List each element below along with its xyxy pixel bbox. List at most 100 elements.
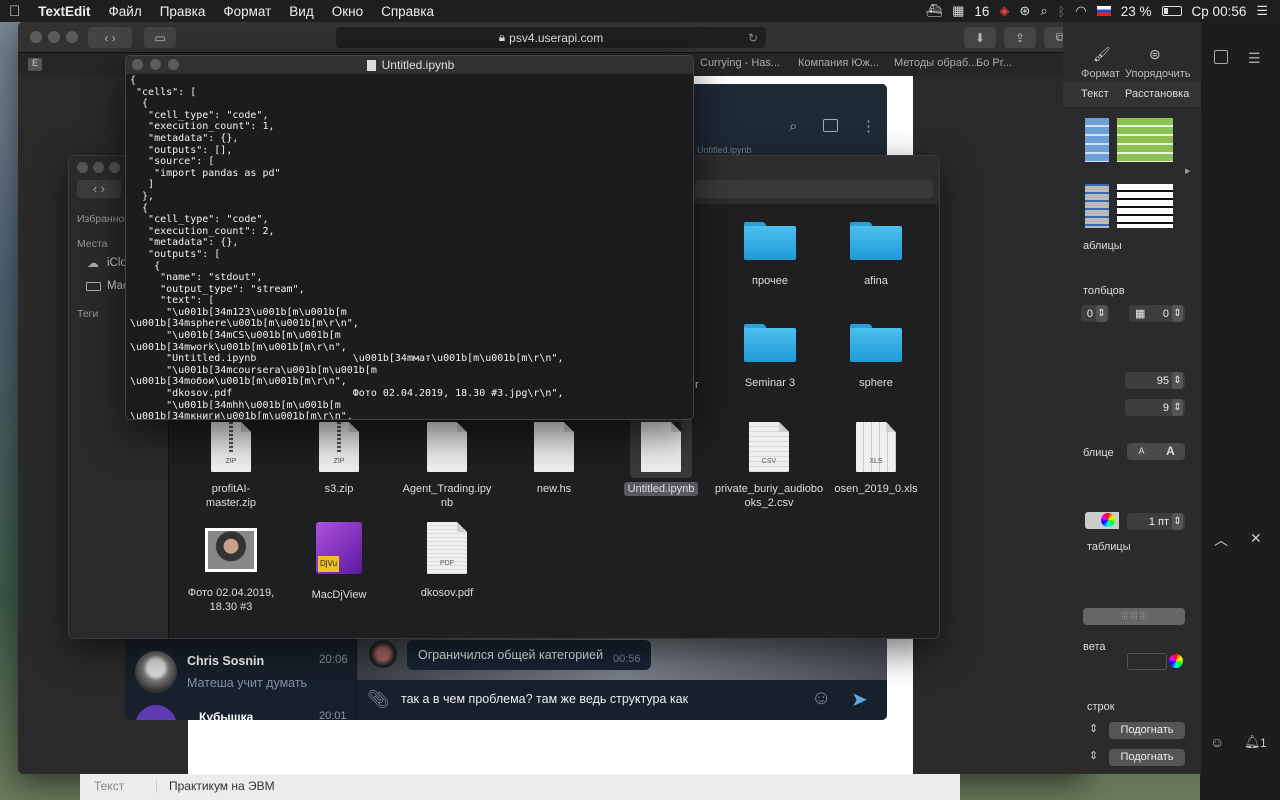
close-window-button[interactable] [30,31,42,43]
chevron-up-icon[interactable]: ︿ [1214,530,1228,550]
menu-app-name[interactable]: TextEdit [29,4,99,19]
tab-methods[interactable]: Методы обраб... [894,57,976,69]
paintbrush-icon[interactable]: 🖌︎ [1093,46,1111,63]
color-wheel-icon[interactable] [1101,513,1115,527]
file-item-agent-trading[interactable]: Agent_Trading.ipynb [392,422,502,510]
color-wheel-icon-2[interactable] [1169,654,1183,668]
downloads-icon[interactable]: ⬇ [964,27,996,48]
footer-rows-stepper[interactable]: ⇕ [1089,749,1098,762]
finder-close-button[interactable] [77,162,88,173]
search-icon[interactable]: ⌕ [789,118,797,135]
bell-icon[interactable]: 🔔︎ [1244,734,1261,750]
table-style-blue[interactable] [1085,118,1109,162]
file-item-s3zip[interactable]: ZIP s3.zip [284,422,394,496]
styles-next-icon[interactable]: ▸ [1185,164,1191,177]
font-smaller-button[interactable]: A [1127,443,1156,460]
fit-button-1[interactable]: Подогнать [1109,722,1185,739]
subtab-text[interactable]: Текст [1081,88,1109,100]
menu-lines-icon[interactable]: ☰ [1248,50,1261,67]
sidebar-panel-icon[interactable] [823,119,838,132]
table-style-green[interactable] [1117,118,1173,162]
tab-bo[interactable]: Бо Pr... [976,57,1018,69]
vpn-icon[interactable]: ◈ [999,3,1009,19]
rows-stepper[interactable]: 0 [1081,305,1109,322]
bluetooth-icon[interactable]: ᛒ [1058,4,1066,19]
table-style-gray[interactable] [1085,184,1109,228]
status-left[interactable]: Текст [94,779,124,793]
file-item-csv[interactable]: CSV private_buriy_audiobooks_2.csv [714,422,824,510]
send-icon[interactable]: ➤ [851,687,868,712]
more-options-icon[interactable]: ⋮ [861,117,876,135]
input-flag-icon[interactable] [1096,6,1111,16]
chat-item-kubyshka[interactable]: Кубышка 20:01 [125,702,357,720]
header-rows-stepper[interactable]: ⇕ [1089,722,1098,735]
menu-file[interactable]: Файл [100,4,151,19]
folder-item-prochee[interactable]: прочее [715,220,825,288]
table-style-bw[interactable] [1117,184,1173,228]
back-forward-buttons[interactable]: ‹ › [88,27,132,48]
creative-cloud-icon[interactable]: ⊛ [1019,3,1030,19]
emoji-icon-tg[interactable]: ☺ [811,687,831,710]
message-input[interactable]: так а в чем проблема? там же ведь структ… [401,692,688,706]
columns-stepper[interactable]: ▦ 0 [1129,305,1185,322]
textedit-minimize-button[interactable] [150,59,161,70]
file-item-new-hs[interactable]: new.hs [499,422,609,496]
finder-minimize-button[interactable] [93,162,104,173]
notification-center-icon[interactable]: ☰ [1256,3,1268,19]
spotlight-icon[interactable]: ⌕ [1040,3,1047,19]
font-larger-button[interactable]: A [1156,443,1185,460]
sidebar-toggle-icon[interactable]: ▭ [144,27,176,48]
emoji-icon[interactable]: ☺ [1210,734,1224,750]
chat-item-chris[interactable]: Chris Sosnin 20:06 Матеша учит думать [125,646,357,700]
zoom-window-button[interactable] [66,31,78,43]
menu-help[interactable]: Справка [372,4,443,19]
reload-icon[interactable]: ↻ [748,31,758,45]
fit-button-2[interactable]: Подогнать [1109,749,1185,766]
tab-company[interactable]: Компания Юж... [798,57,888,69]
share-icon[interactable]: ⇪ [1004,27,1036,48]
file-item-photo[interactable]: Фото 02.04.2019, 18.30 #3 [176,528,286,614]
file-item-dkosov-pdf[interactable]: PDF dkosov.pdf [392,522,502,600]
file-item-profitai[interactable]: ZIP profitAI-master.zip [176,422,286,510]
textedit-zoom-button[interactable] [168,59,179,70]
close-icon[interactable]: ✕ [1250,530,1262,547]
finder-zoom-button[interactable] [109,162,120,173]
tab-currying[interactable]: Currying - Has... [700,57,800,69]
menu-window[interactable]: Окно [323,4,372,19]
tab-favicon-icon[interactable]: E [28,58,42,71]
row-color-well[interactable] [1127,653,1167,670]
alternate-rows-control[interactable]: ⦙⦙⦙ ⦙⦙⦙ ⦙⦙⦙ [1083,608,1185,625]
menu-format[interactable]: Формат [214,4,280,19]
textedit-close-button[interactable] [132,59,143,70]
folder-item-afina[interactable]: afina [821,220,931,288]
app-item-macdjview[interactable]: DjVu MacDjView [284,522,394,602]
calendar-badge-icon[interactable]: ▦ [952,3,964,19]
value-9-stepper[interactable]: 9 [1125,399,1185,416]
border-width-stepper[interactable]: 1 пт [1127,513,1185,530]
menu-edit[interactable]: Правка [151,4,215,19]
file-item-untitled-ipynb-selected[interactable]: Untitled.ipynb [606,416,716,496]
split-view-icon[interactable] [1214,50,1228,64]
arrange-icon[interactable]: ⊜ [1149,46,1161,63]
finder-path-bar[interactable] [695,180,933,198]
attach-icon[interactable]: 📎︎ [367,689,390,710]
docker-icon[interactable]: ⛴ [926,3,943,19]
menubar-clock[interactable]: Ср 00:56 [1192,4,1247,19]
tab-arrange[interactable]: Упорядочить [1125,68,1190,80]
text-editor-area[interactable]: { "cells": [ { "cell_type": "code", "exe… [130,75,690,419]
folder-item-seminar3[interactable]: Seminar 3 [715,322,825,390]
value-95-stepper[interactable]: 95 [1125,372,1185,389]
menu-view[interactable]: Вид [280,4,322,19]
battery-percent[interactable]: 23 % [1121,4,1152,19]
apple-menu-icon[interactable]:  [0,3,29,20]
finder-back-forward[interactable]: ‹ › [77,180,121,198]
battery-icon[interactable] [1161,6,1182,16]
subtab-layout[interactable]: Расстановка [1125,88,1189,100]
status-right[interactable]: Практикум на ЭВМ [156,779,275,793]
address-bar[interactable]: 🔒︎ psv4.userapi.com ↻ [336,27,766,48]
file-item-xls[interactable]: XLS osen_2019_0.xls [821,422,931,496]
font-size-toggle[interactable]: A A [1127,443,1185,460]
tab-format[interactable]: Формат [1081,68,1120,80]
folder-item-sphere[interactable]: sphere [821,322,931,390]
minimize-window-button[interactable] [48,31,60,43]
